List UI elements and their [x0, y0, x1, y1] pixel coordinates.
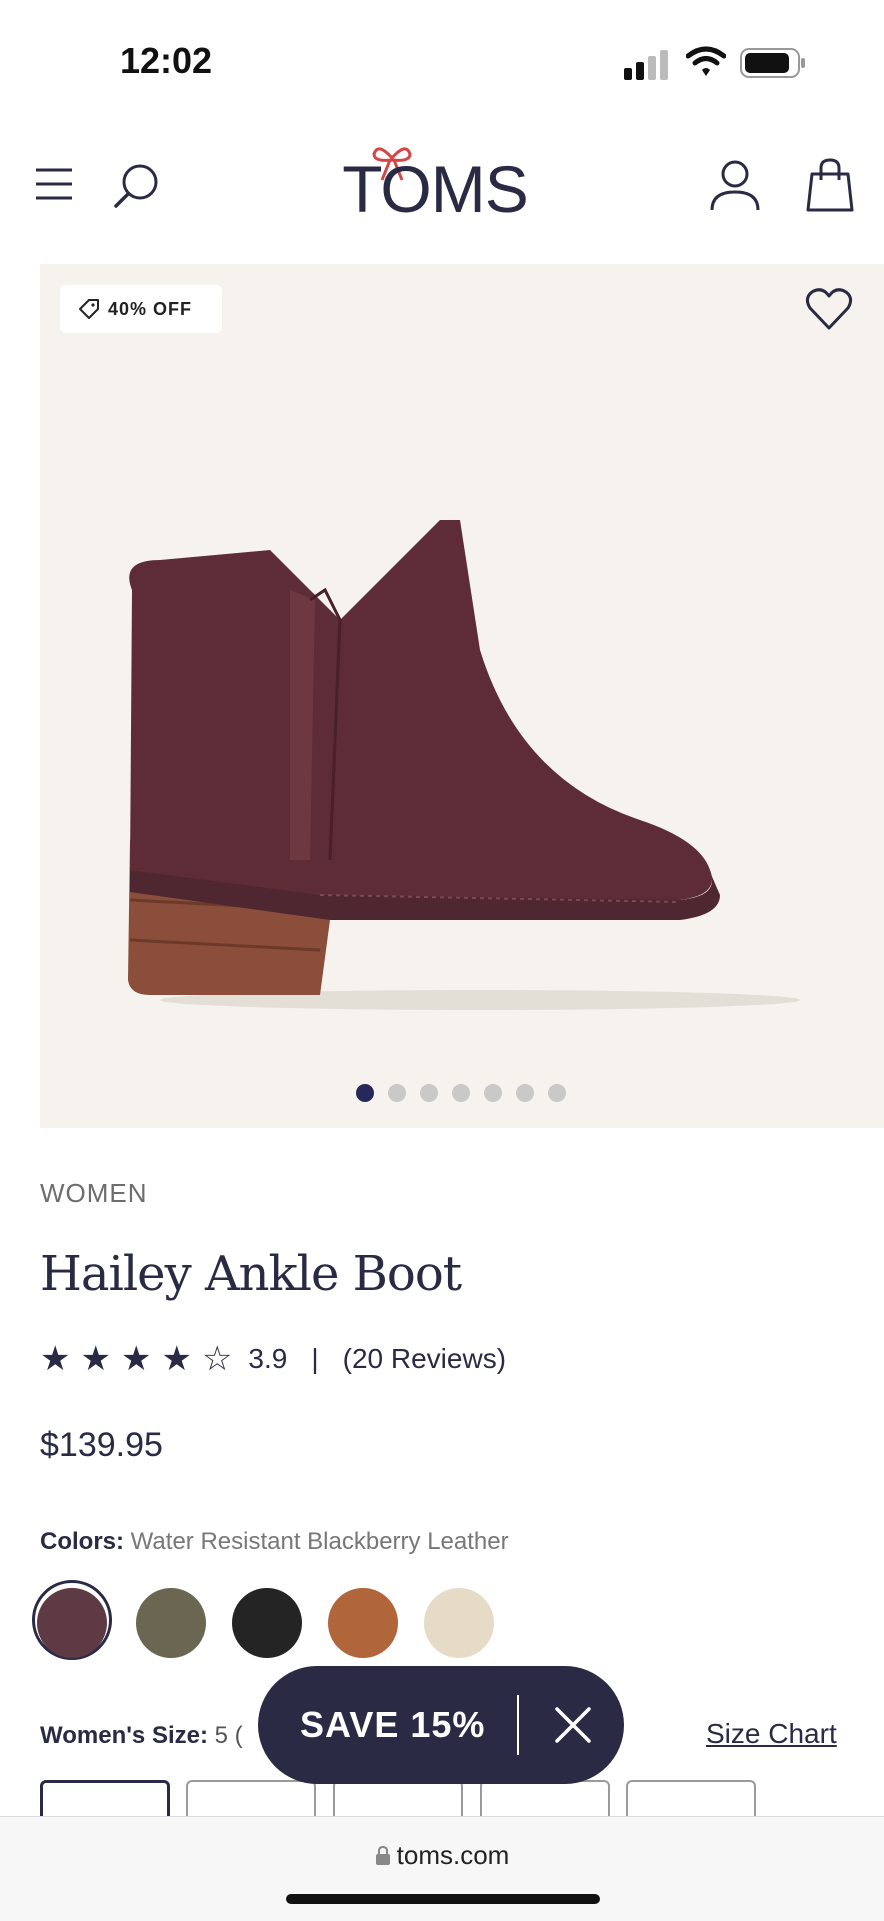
heart-icon[interactable] — [804, 284, 854, 334]
carousel-dot[interactable] — [420, 1084, 438, 1102]
carousel-dot[interactable] — [452, 1084, 470, 1102]
carousel-dot[interactable] — [516, 1084, 534, 1102]
selected-size: 5 ( — [214, 1722, 243, 1749]
search-icon[interactable] — [112, 160, 162, 210]
discount-badge-text: 40% OFF — [108, 298, 193, 319]
color-swatch-black[interactable] — [232, 1588, 302, 1658]
battery-icon — [740, 48, 805, 78]
account-icon[interactable] — [708, 158, 762, 212]
star-filled-icon: ★ — [161, 1340, 192, 1378]
carousel-dot[interactable] — [388, 1084, 406, 1102]
product-price: $139.95 — [40, 1426, 163, 1464]
url-bar[interactable]: toms.com — [0, 1840, 884, 1871]
size-label: Women's Size: — [40, 1722, 208, 1749]
color-swatch-tan[interactable] — [328, 1588, 398, 1658]
shopping-bag-icon[interactable] — [806, 158, 854, 212]
selected-color-name: Water Resistant Blackberry Leather — [130, 1528, 509, 1555]
reviews-link[interactable]: (20 Reviews) — [343, 1343, 506, 1375]
tag-icon — [79, 299, 99, 319]
toms-logo[interactable]: TOMS — [330, 140, 540, 226]
star-filled-icon: ★ — [40, 1340, 71, 1378]
url-text[interactable]: toms.com — [397, 1840, 510, 1870]
logo-text: TOMS — [342, 152, 527, 220]
color-swatch-cream[interactable] — [424, 1588, 494, 1658]
star-filled-icon: ★ — [80, 1340, 111, 1378]
star-filled-icon: ★ — [120, 1340, 152, 1378]
save-15-popup[interactable]: SAVE 15% — [258, 1666, 624, 1784]
lock-icon — [375, 1845, 390, 1865]
close-icon[interactable] — [553, 1705, 593, 1745]
colors-label: Colors: — [40, 1528, 124, 1555]
product-category: WOMEN — [40, 1178, 148, 1208]
size-label-row: Women's Size: 5 ( — [40, 1722, 243, 1750]
home-indicator[interactable] — [286, 1894, 600, 1904]
save-popup-text[interactable]: SAVE 15% — [300, 1704, 485, 1746]
carousel-dot[interactable] — [548, 1084, 566, 1102]
star-empty-icon: ☆ — [201, 1340, 233, 1378]
wifi-icon — [686, 46, 726, 76]
rating-value: 3.9 — [248, 1343, 288, 1374]
discount-badge: 40% OFF — [60, 285, 222, 333]
color-swatch-olive[interactable] — [136, 1588, 206, 1658]
carousel-dot[interactable] — [484, 1084, 502, 1102]
rating-row[interactable]: ★ ★ ★ ★ ☆ 3.9 | (20 Reviews) — [40, 1342, 506, 1376]
product-image-boot — [128, 520, 800, 1010]
popup-divider — [517, 1695, 520, 1755]
status-time: 12:02 — [120, 40, 213, 81]
rating-separator: | — [311, 1343, 319, 1374]
menu-icon[interactable] — [34, 166, 74, 202]
image-carousel-dots[interactable] — [356, 1084, 566, 1102]
signal-icon — [624, 50, 668, 80]
size-chart-link[interactable]: Size Chart — [706, 1718, 837, 1750]
carousel-dot[interactable] — [356, 1084, 374, 1102]
color-swatch-blackberry[interactable] — [37, 1588, 107, 1658]
product-title: Hailey Ankle Boot — [40, 1246, 462, 1302]
colors-row: Colors: Water Resistant Blackberry Leath… — [40, 1528, 509, 1556]
